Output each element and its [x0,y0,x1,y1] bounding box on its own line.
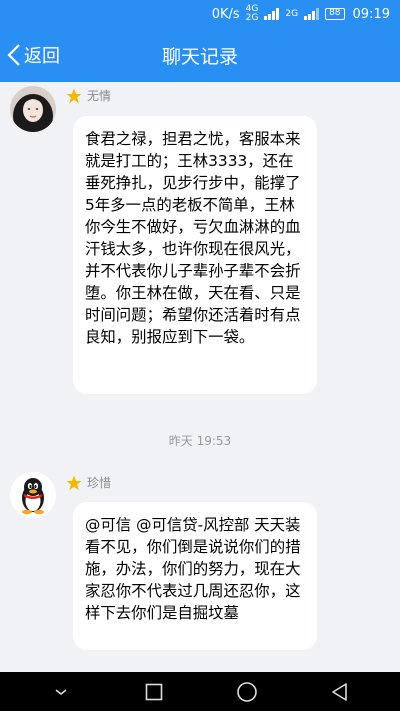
network-type-2: 2G [285,8,299,19]
status-bar: 0K/s 4G 2G 2G 88 09:19 [0,0,400,28]
network-speed: 0K/s [211,6,240,22]
star-icon [66,88,82,103]
sender-row: 珍惜 [66,474,111,491]
chevron-down-icon [55,688,66,695]
page-title: 聊天记录 [161,45,238,68]
timestamp: 昨天 19:53 [168,434,232,448]
triangle-back-icon [331,682,347,701]
battery-icon: 88 [325,8,345,20]
back-button[interactable]: 返回 [6,28,60,82]
avatar[interactable] [10,86,56,132]
recents-button[interactable] [132,672,176,711]
clock: 09:19 [352,6,390,22]
network-type-indicator: 4G 2G [246,5,259,23]
hide-keyboard-button[interactable] [39,672,83,711]
user-photo-icon [10,86,56,132]
sender-name: 珍惜 [87,476,112,490]
qq-penguin-icon [10,472,56,518]
star-icon [66,475,82,490]
header-bar: 返回 聊天记录 [0,28,400,82]
back-label: 返回 [24,46,60,67]
signal-icon [264,8,280,20]
system-navigation-bar [0,672,400,711]
network-type-bottom: 2G [245,13,259,23]
circle-icon [236,681,257,702]
square-icon [145,683,162,700]
message-bubble[interactable]: 食君之禄，担君之忧，客服本来就是打工的；王林3333，还在垂死挣扎，见步行步中，… [73,116,317,394]
avatar[interactable] [10,472,56,518]
back-nav-button[interactable] [318,672,362,711]
sender-row: 无情 [66,87,111,104]
home-button[interactable] [225,672,269,711]
message-bubble[interactable]: @可信 @可信贷-风控部 天天装看不见，你们倒是说说你们的措施，办法，你们的努力… [73,502,317,650]
chat-history[interactable]: 无情 食君之禄，担君之忧，客服本来就是打工的；王林3333，还在垂死挣扎，见步行… [0,82,400,672]
sender-name: 无情 [87,89,112,103]
signal-icon-2 [304,8,320,20]
chevron-left-icon [7,44,20,66]
